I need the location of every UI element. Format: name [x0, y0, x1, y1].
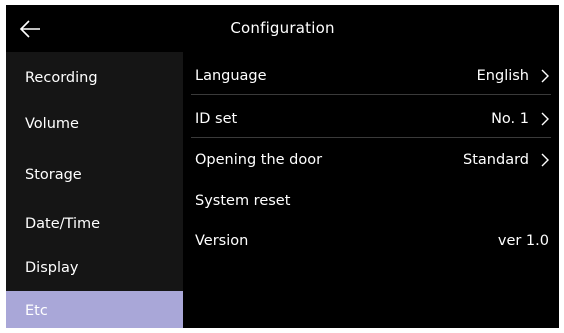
setting-row-version: Version ver 1.0 — [183, 222, 559, 260]
version-value: ver 1.0 — [497, 233, 549, 249]
sidebar-item-display[interactable]: Display — [6, 248, 183, 288]
setting-label: Language — [195, 68, 267, 84]
sidebar-item-label: Storage — [25, 167, 82, 183]
settings-panel: Language English ID set No. 1 Opening th… — [183, 52, 559, 328]
sidebar-item-label: Etc — [25, 303, 48, 319]
chevron-right-icon — [541, 153, 549, 167]
sidebar-item-label: Display — [25, 260, 79, 276]
setting-label: ID set — [195, 111, 238, 127]
sidebar-item-date-time[interactable]: Date/Time — [6, 204, 183, 244]
setting-value: English — [476, 68, 529, 84]
device-screen: Configuration Recording Volume Storage D… — [6, 5, 559, 328]
setting-value: Standard — [463, 152, 529, 168]
arrow-left-icon — [19, 20, 40, 38]
divider — [191, 94, 551, 95]
setting-row-opening-the-door[interactable]: Opening the door Standard — [183, 141, 559, 179]
divider — [191, 137, 551, 138]
page-title: Configuration — [230, 19, 335, 37]
sidebar-item-label: Volume — [25, 116, 79, 132]
sidebar-item-etc[interactable]: Etc — [6, 291, 183, 328]
setting-value: No. 1 — [491, 111, 529, 127]
sidebar-item-label: Date/Time — [25, 216, 101, 232]
setting-row-id-set[interactable]: ID set No. 1 — [183, 100, 559, 138]
chevron-right-icon — [541, 112, 549, 126]
sidebar-item-storage[interactable]: Storage — [6, 154, 183, 196]
setting-row-system-reset[interactable]: System reset — [183, 182, 559, 220]
setting-label: System reset — [195, 193, 291, 209]
setting-label: Opening the door — [195, 152, 323, 168]
sidebar-item-volume[interactable]: Volume — [6, 104, 183, 144]
sidebar-item-label: Recording — [25, 70, 98, 86]
setting-label: Version — [195, 233, 249, 249]
back-button[interactable] — [18, 16, 48, 42]
sidebar: Recording Volume Storage Date/Time Displ… — [6, 52, 183, 328]
sidebar-item-recording[interactable]: Recording — [6, 58, 183, 98]
top-bar: Configuration — [6, 5, 559, 52]
setting-row-language[interactable]: Language English — [183, 57, 559, 95]
chevron-right-icon — [541, 69, 549, 83]
